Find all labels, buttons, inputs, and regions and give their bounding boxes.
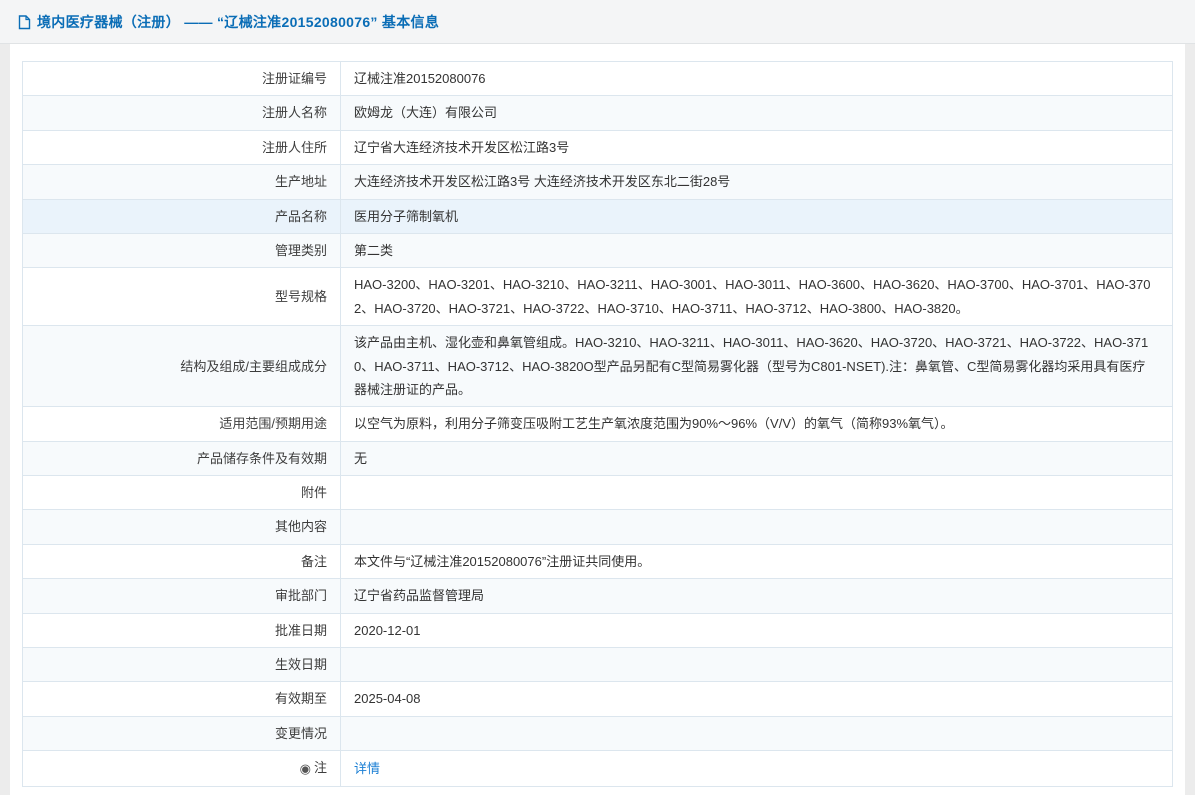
row-value: 2020-12-01 xyxy=(341,613,1173,647)
row-value: HAO-3200、HAO-3201、HAO-3210、HAO-3211、HAO-… xyxy=(341,268,1173,326)
page-header: 境内医疗器械（注册） —— “辽械注准20152080076” 基本信息 xyxy=(0,0,1195,44)
page-title: 境内医疗器械（注册） —— “辽械注准20152080076” 基本信息 xyxy=(37,12,439,32)
table-row: 适用范围/预期用途 以空气为原料，利用分子筛变压吸附工艺生产氧浓度范围为90%～… xyxy=(23,407,1173,441)
row-value xyxy=(341,648,1173,682)
row-value xyxy=(341,716,1173,750)
table-row: 管理类别 第二类 xyxy=(23,233,1173,267)
note-icon: ◉ xyxy=(300,757,311,780)
row-value: 以空气为原料，利用分子筛变压吸附工艺生产氧浓度范围为90%～96%（V/V）的氧… xyxy=(341,407,1173,441)
content-panel: 注册证编号 辽械注准20152080076 注册人名称 欧姆龙（大连）有限公司 … xyxy=(10,44,1185,795)
registration-info-table: 注册证编号 辽械注准20152080076 注册人名称 欧姆龙（大连）有限公司 … xyxy=(22,61,1173,787)
table-row: 附件 xyxy=(23,476,1173,510)
row-value: 该产品由主机、湿化壶和鼻氧管组成。HAO-3210、HAO-3211、HAO-3… xyxy=(341,326,1173,407)
row-value: 辽宁省药品监督管理局 xyxy=(341,579,1173,613)
row-label: 管理类别 xyxy=(23,233,341,267)
row-label: 生效日期 xyxy=(23,648,341,682)
row-label: 结构及组成/主要组成成分 xyxy=(23,326,341,407)
row-label: 备注 xyxy=(23,544,341,578)
row-label: 批准日期 xyxy=(23,613,341,647)
table-row: 注册人住所 辽宁省大连经济技术开发区松江路3号 xyxy=(23,130,1173,164)
row-label: 注册人住所 xyxy=(23,130,341,164)
table-row: 注册证编号 辽械注准20152080076 xyxy=(23,62,1173,96)
row-label: 适用范围/预期用途 xyxy=(23,407,341,441)
table-row: 其他内容 xyxy=(23,510,1173,544)
row-value: 医用分子筛制氧机 xyxy=(341,199,1173,233)
table-row: 生产地址 大连经济技术开发区松江路3号 大连经济技术开发区东北二街28号 xyxy=(23,165,1173,199)
row-value xyxy=(341,476,1173,510)
table-row: 产品名称 医用分子筛制氧机 xyxy=(23,199,1173,233)
row-label: 其他内容 xyxy=(23,510,341,544)
row-value: 辽械注准20152080076 xyxy=(341,62,1173,96)
row-value: 大连经济技术开发区松江路3号 大连经济技术开发区东北二街28号 xyxy=(341,165,1173,199)
row-label: 审批部门 xyxy=(23,579,341,613)
row-label: 有效期至 xyxy=(23,682,341,716)
row-value: 2025-04-08 xyxy=(341,682,1173,716)
row-label: 附件 xyxy=(23,476,341,510)
detail-link[interactable]: 详情 xyxy=(354,761,380,776)
row-value: 第二类 xyxy=(341,233,1173,267)
row-value: 辽宁省大连经济技术开发区松江路3号 xyxy=(341,130,1173,164)
row-label: 型号规格 xyxy=(23,268,341,326)
row-label: 产品名称 xyxy=(23,199,341,233)
row-value: 详情 xyxy=(341,751,1173,786)
table-row: 产品储存条件及有效期 无 xyxy=(23,441,1173,475)
document-icon xyxy=(18,15,31,30)
table-row-note: ◉注 详情 xyxy=(23,751,1173,786)
row-value: 欧姆龙（大连）有限公司 xyxy=(341,96,1173,130)
row-label: 注册人名称 xyxy=(23,96,341,130)
row-label: 变更情况 xyxy=(23,716,341,750)
row-label: 生产地址 xyxy=(23,165,341,199)
table-row: 变更情况 xyxy=(23,716,1173,750)
table-row: 审批部门 辽宁省药品监督管理局 xyxy=(23,579,1173,613)
row-label: ◉注 xyxy=(23,751,341,786)
table-row: 型号规格 HAO-3200、HAO-3201、HAO-3210、HAO-3211… xyxy=(23,268,1173,326)
table-row: 生效日期 xyxy=(23,648,1173,682)
row-value: 本文件与“辽械注准20152080076”注册证共同使用。 xyxy=(341,544,1173,578)
table-row: 有效期至 2025-04-08 xyxy=(23,682,1173,716)
table-row: 结构及组成/主要组成成分 该产品由主机、湿化壶和鼻氧管组成。HAO-3210、H… xyxy=(23,326,1173,407)
table-row: 注册人名称 欧姆龙（大连）有限公司 xyxy=(23,96,1173,130)
row-value xyxy=(341,510,1173,544)
table-row: 备注 本文件与“辽械注准20152080076”注册证共同使用。 xyxy=(23,544,1173,578)
row-label: 产品储存条件及有效期 xyxy=(23,441,341,475)
table-row: 批准日期 2020-12-01 xyxy=(23,613,1173,647)
row-value: 无 xyxy=(341,441,1173,475)
note-label-text: 注 xyxy=(314,760,327,775)
row-label: 注册证编号 xyxy=(23,62,341,96)
